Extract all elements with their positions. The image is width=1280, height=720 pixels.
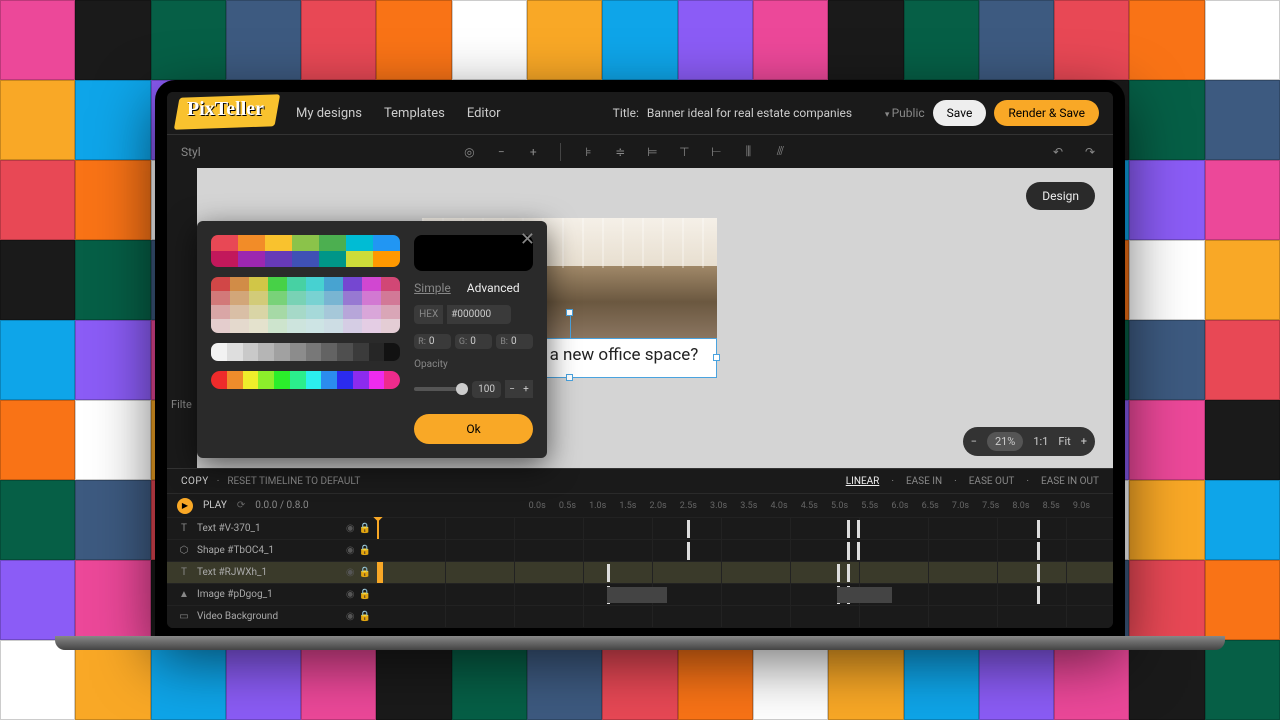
zoom-value[interactable]: 21% [987, 432, 1023, 451]
title-input[interactable] [647, 106, 877, 120]
track-3[interactable]: ▲Image #pDgog_1◉🔒 [167, 583, 1113, 605]
palette-hue[interactable] [211, 371, 400, 389]
distribute-h-icon[interactable]: ⫼ [739, 143, 757, 161]
track-0[interactable]: TText #V-370_1◉🔒 [167, 517, 1113, 539]
palette-bright[interactable] [211, 235, 400, 267]
ok-button[interactable]: Ok [414, 414, 533, 444]
undo-icon[interactable]: ↶ [1049, 143, 1067, 161]
plus-icon[interactable]: + [524, 143, 542, 161]
rotate-handle[interactable] [566, 309, 573, 316]
easing-easeinout[interactable]: EASE IN OUT [1041, 476, 1099, 487]
palette-grayscale[interactable] [211, 343, 400, 361]
zoom-out-icon[interactable]: − [971, 435, 977, 448]
g-input[interactable] [470, 336, 488, 347]
minus-icon[interactable]: − [492, 143, 510, 161]
easing-easeout[interactable]: EASE OUT [969, 476, 1015, 487]
topbar: PixTeller My designs Templates Editor Ti… [167, 92, 1113, 134]
easing-linear[interactable]: LINEAR [846, 476, 880, 487]
opacity-plus[interactable]: + [519, 380, 533, 398]
tab-simple[interactable]: Simple [414, 281, 451, 295]
timeline-ruler[interactable]: 0.0s0.5s1.0s1.5s2.0s2.5s3.0s3.5s4.0s4.5s… [529, 501, 1103, 511]
resize-handle-bottom[interactable] [566, 374, 573, 381]
time-display: 0.0.0 / 0.8.0 [255, 500, 308, 511]
design-mode-button[interactable]: Design [1026, 182, 1095, 210]
play-button[interactable]: ▶ [177, 498, 193, 514]
track-2[interactable]: TText #RJWXh_1◉🔒 [167, 561, 1113, 583]
target-icon[interactable]: ◎ [460, 143, 478, 161]
zoom-in-icon[interactable]: + [1081, 435, 1087, 448]
close-icon[interactable]: ✕ [520, 229, 535, 250]
redo-icon[interactable]: ↷ [1081, 143, 1099, 161]
laptop-frame: PixTeller My designs Templates Editor Ti… [155, 80, 1125, 640]
hex-label: HEX [414, 305, 443, 324]
opacity-value[interactable]: 100 [472, 381, 501, 398]
align-center-icon[interactable]: ≑ [611, 143, 629, 161]
hex-input[interactable] [447, 305, 511, 324]
main-area: Design FIND MY OFFICE Thinking about a n… [167, 168, 1113, 468]
laptop-base [55, 636, 1225, 650]
left-sidebar [167, 168, 197, 468]
align-left-icon[interactable]: ⊧ [579, 143, 597, 161]
track-1[interactable]: ⬡Shape #TbOC4_1◉🔒 [167, 539, 1113, 561]
style-panel-label: Styl [181, 145, 201, 159]
opacity-label: Opacity [414, 359, 533, 370]
filters-label: Filte [171, 398, 192, 411]
zoom-controls: − 21% 1:1 Fit + [963, 427, 1095, 456]
easing-easein[interactable]: EASE IN [906, 476, 942, 487]
secondary-toolbar: Styl ◎ − + ⊧ ≑ ⊨ ⊤ ⊢ ⫼ ⫻ ↶ ↷ [167, 134, 1113, 168]
nav-templates[interactable]: Templates [384, 106, 445, 121]
b-input[interactable] [511, 336, 529, 347]
visibility-dropdown[interactable]: Public [885, 106, 925, 120]
timeline-copy[interactable]: COPY [181, 476, 209, 487]
timeline-tracks: TText #V-370_1◉🔒⬡Shape #TbOC4_1◉🔒TText #… [167, 517, 1113, 628]
play-label: PLAY [203, 500, 227, 511]
align-middle-icon[interactable]: ⊢ [707, 143, 725, 161]
nav-editor[interactable]: Editor [467, 106, 501, 121]
nav-my-designs[interactable]: My designs [296, 106, 362, 121]
timeline-reset[interactable]: RESET TIMELINE TO DEFAULT [227, 476, 360, 487]
app-screen: PixTeller My designs Templates Editor Ti… [167, 92, 1113, 628]
zoom-fit[interactable]: Fit [1058, 435, 1070, 448]
align-right-icon[interactable]: ⊨ [643, 143, 661, 161]
color-picker-popup: ✕ Simple Advanced [197, 221, 547, 458]
opacity-minus[interactable]: − [505, 380, 519, 398]
tab-advanced[interactable]: Advanced [467, 281, 520, 295]
resize-handle-right[interactable] [713, 354, 720, 361]
loop-icon[interactable]: ⟳ [237, 500, 245, 511]
r-input[interactable] [429, 336, 447, 347]
render-save-button[interactable]: Render & Save [994, 100, 1099, 126]
timeline: COPY · RESET TIMELINE TO DEFAULT LINEAR·… [167, 468, 1113, 628]
zoom-one-to-one[interactable]: 1:1 [1033, 435, 1048, 448]
main-nav: My designs Templates Editor [296, 106, 501, 121]
align-top-icon[interactable]: ⊤ [675, 143, 693, 161]
color-preview [414, 235, 533, 271]
title-label: Title: [613, 106, 639, 120]
save-button[interactable]: Save [933, 100, 987, 126]
opacity-slider[interactable] [414, 387, 468, 391]
track-4[interactable]: ▭Video Background◉🔒 [167, 605, 1113, 627]
palette-grid[interactable] [211, 277, 400, 333]
distribute-v-icon[interactable]: ⫻ [771, 143, 789, 161]
logo[interactable]: PixTeller [181, 98, 276, 128]
